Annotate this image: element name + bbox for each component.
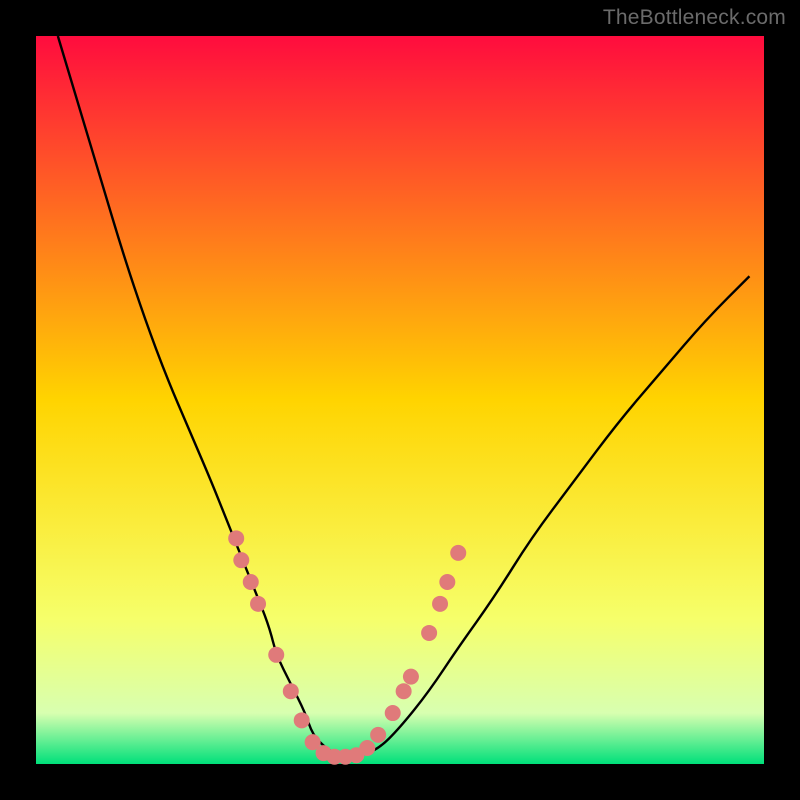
marker-dot	[439, 574, 455, 590]
marker-dot	[228, 530, 244, 546]
plot-background	[36, 36, 764, 764]
marker-dot	[250, 596, 266, 612]
marker-dot	[359, 740, 375, 756]
marker-dot	[283, 683, 299, 699]
marker-dot	[294, 712, 310, 728]
chart-container: TheBottleneck.com	[0, 0, 800, 800]
marker-dot	[421, 625, 437, 641]
marker-dot	[450, 545, 466, 561]
marker-dot	[243, 574, 259, 590]
marker-dot	[432, 596, 448, 612]
marker-dot	[396, 683, 412, 699]
chart-svg	[0, 0, 800, 800]
marker-dot	[385, 705, 401, 721]
marker-dot	[268, 647, 284, 663]
attribution-text: TheBottleneck.com	[603, 6, 786, 30]
marker-dot	[370, 727, 386, 743]
marker-dot	[233, 552, 249, 568]
marker-dot	[403, 669, 419, 685]
